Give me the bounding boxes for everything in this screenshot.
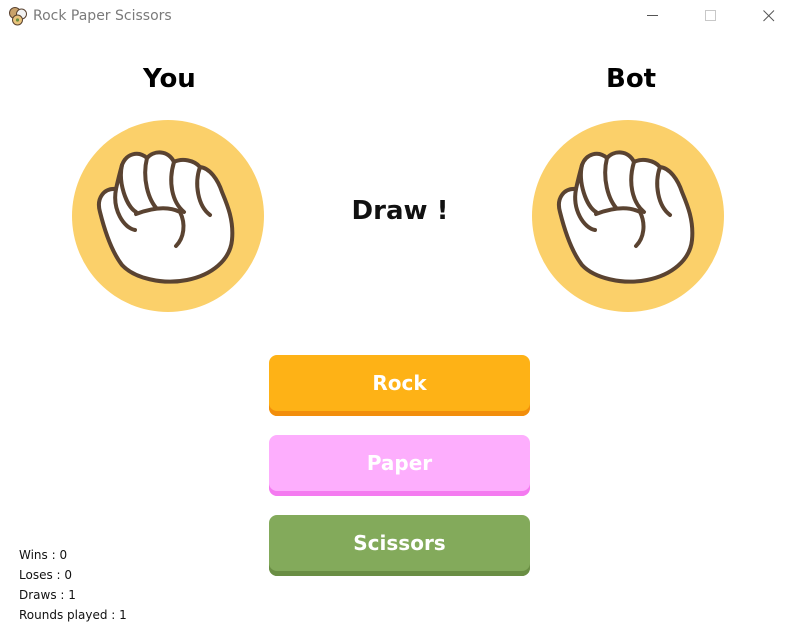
title-bar: Rock Paper Scissors [0,0,797,32]
maximize-button[interactable] [688,0,734,32]
player-label-bot: Bot [606,64,657,94]
player-rock-hand-icon [72,120,264,312]
scissors-button[interactable]: Scissors [269,515,530,576]
rock-button-label: Rock [372,370,427,395]
close-icon [763,10,775,22]
minimize-icon [647,15,658,16]
score-stats: Wins : 0 Loses : 0 Draws : 1 Rounds play… [19,545,127,625]
rounds-played-count: Rounds played : 1 [19,608,127,622]
loses-count: Loses : 0 [19,568,73,582]
scissors-button-label: Scissors [353,530,446,555]
bot-rock-hand-icon [532,120,724,312]
maximize-icon [705,10,716,21]
draws-count: Draws : 1 [19,588,76,602]
wins-count: Wins : 0 [19,548,68,562]
rock-button[interactable]: Rock [269,355,530,416]
rock-paper-scissors-icon [8,6,28,26]
player-label-you: You [143,64,196,94]
round-result: Draw ! [351,196,449,226]
minimize-button[interactable] [630,0,676,32]
paper-button[interactable]: Paper [269,435,530,496]
paper-button-label: Paper [366,450,433,475]
app-window: Rock Paper Scissors You Bot Draw ! Rock … [0,0,797,632]
close-button[interactable] [746,0,792,32]
window-title: Rock Paper Scissors [33,8,172,24]
